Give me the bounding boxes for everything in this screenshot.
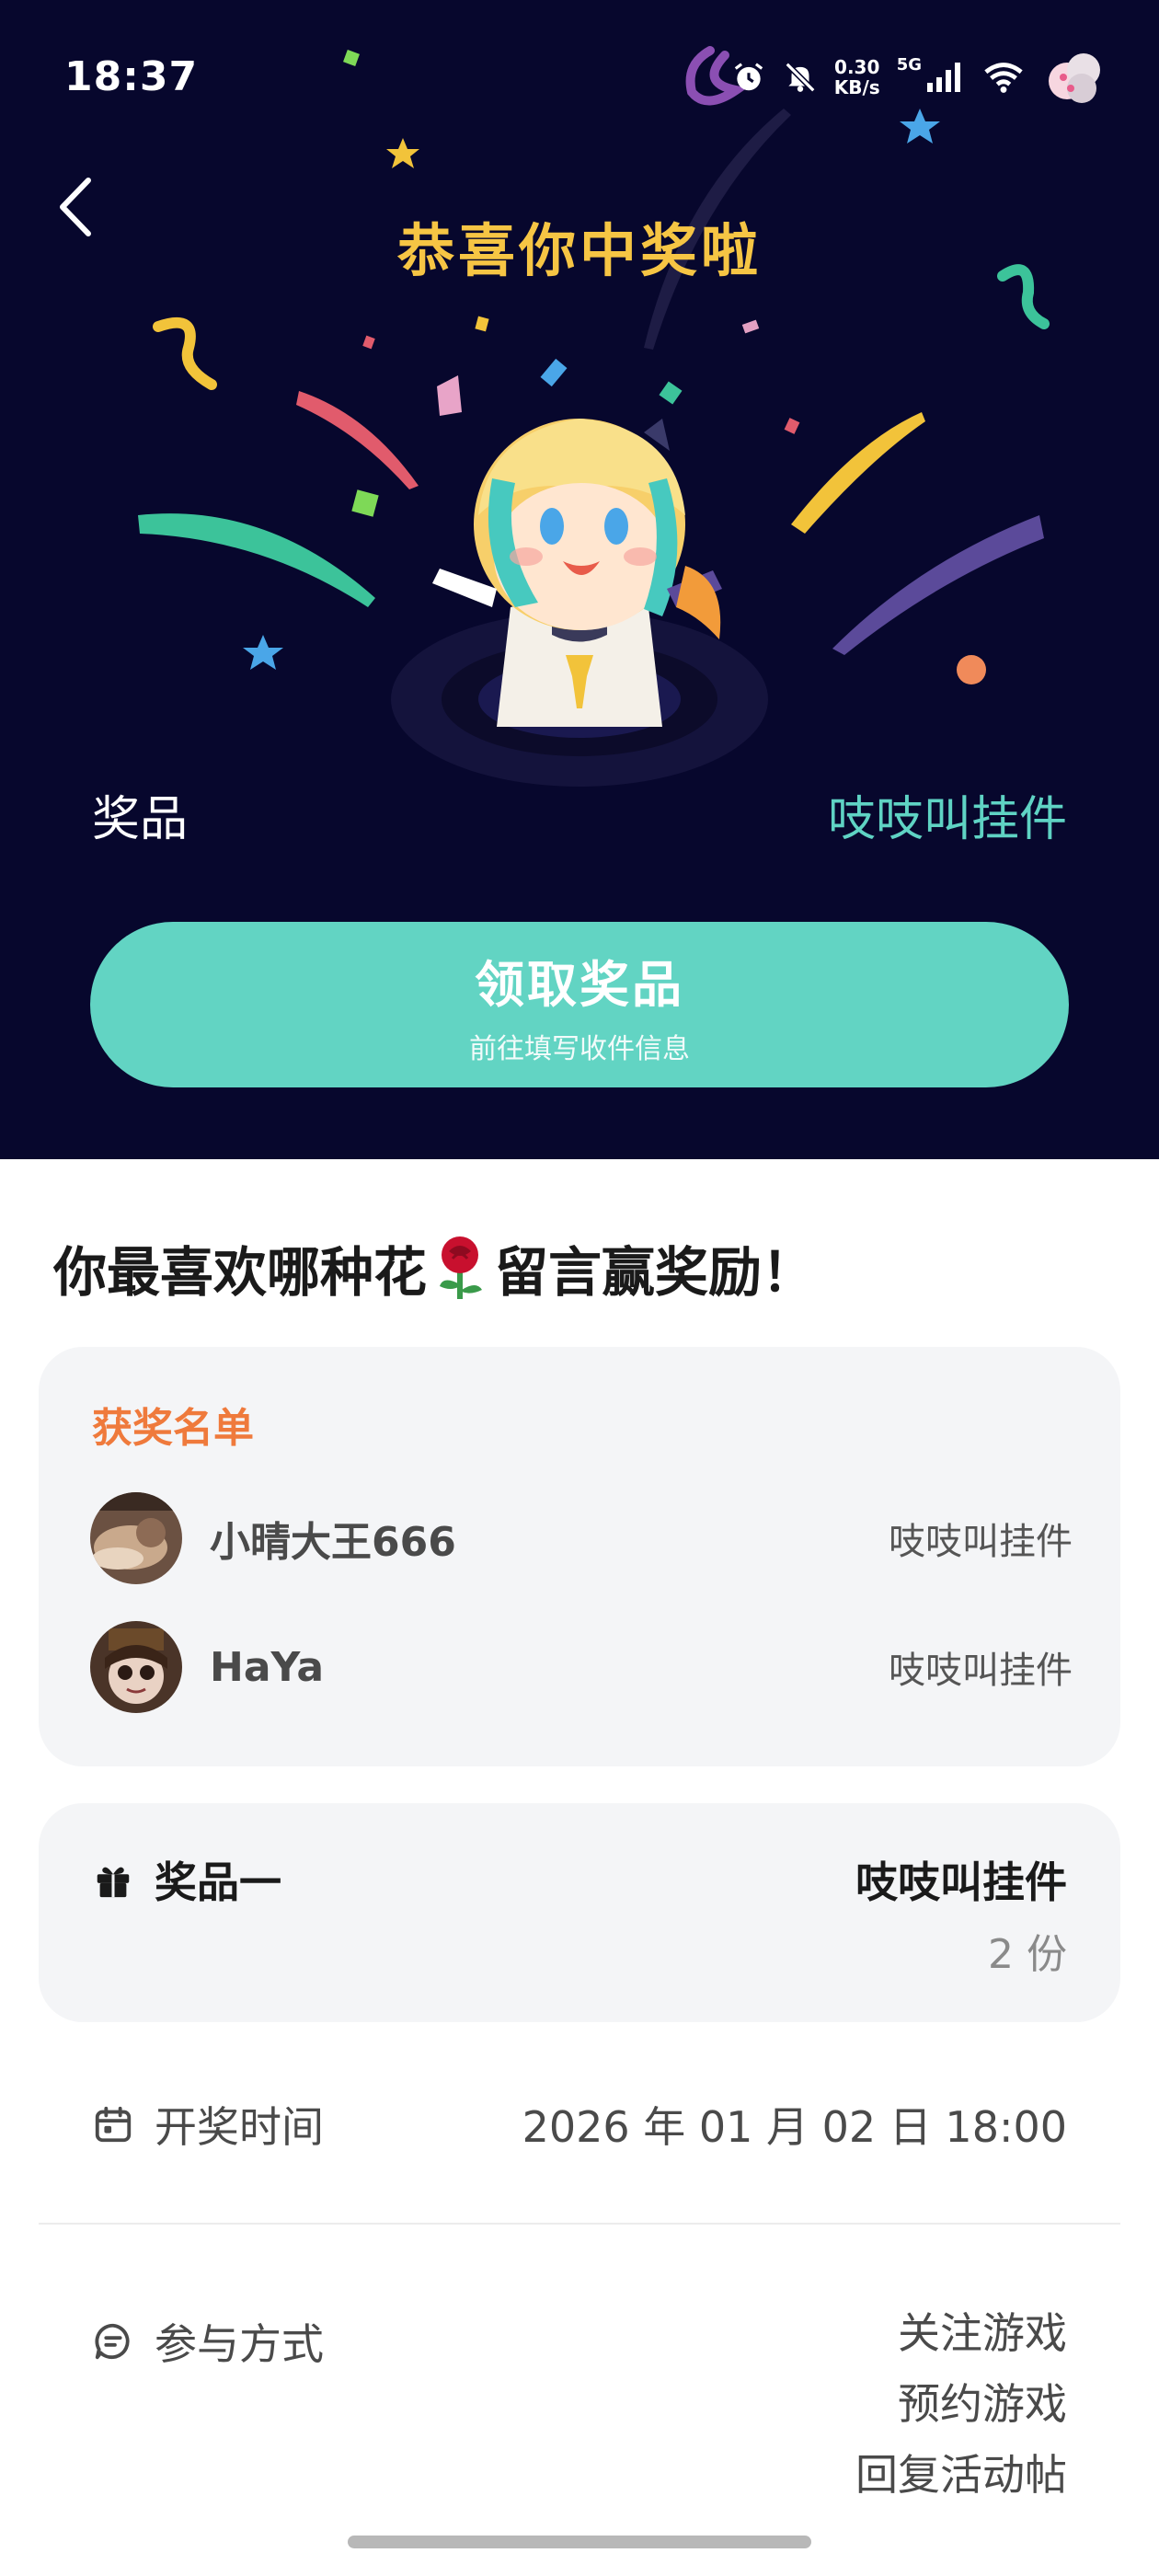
winner-prize: 吱吱叫挂件 [889,1650,1073,1692]
net-speed-value: 0.30 [834,56,880,78]
divider [39,2223,1120,2225]
prize-name: 吱吱叫挂件 [855,1857,1067,1907]
network-type: 5G [896,54,922,75]
claim-prize-button[interactable]: 领取奖品 前往填写收件信息 [90,922,1069,1087]
net-speed-unit: KB/s [833,76,880,98]
wifi-icon [982,61,1025,94]
winner-prize: 吱吱叫挂件 [889,1521,1073,1563]
status-icons: 0.30 KB/s 5G [731,40,1107,114]
winner-row[interactable]: 小晴大王666 吱吱叫挂件 [90,1492,1073,1584]
winner-name: 小晴大王666 [210,1519,456,1566]
chat-bubble-icon [95,2323,130,2360]
signal-icon [925,61,966,94]
avatar-icon [1041,44,1107,110]
winners-heading: 获奖名单 [92,1405,254,1452]
home-indicator[interactable] [348,2536,811,2548]
draw-time-value: 2026 年 01 月 02 日 18:00 [522,2102,1067,2152]
won-prize-label: 奖品 [92,792,189,847]
calendar-icon [95,2106,132,2143]
prize-hero: 18:37 0.30 KB/s 5G 恭喜你中奖啦 奖品 吱吱叫挂件 领取奖品 … [0,0,1159,1159]
winners-card: 获奖名单 小晴大王666 吱吱叫挂件 HaYa 吱吱叫挂件 [39,1347,1120,1766]
claim-prize-label: 领取奖品 [475,955,684,1014]
method-reserve-game: 预约游戏 [898,2379,1067,2429]
participation-row: 参与方式 关注游戏 预约游戏 回复活动帖 [92,2298,1067,2511]
activity-title: 你最喜欢哪种花 留言赢奖励！ [53,1229,815,1306]
status-time: 18:37 [64,53,199,100]
winner-name: HaYa [210,1643,325,1691]
won-prize-value: 吱吱叫挂件 [827,792,1067,847]
method-follow-game: 关注游戏 [898,2308,1067,2358]
participation-label: 参与方式 [155,2319,324,2369]
winner-row[interactable]: HaYa 吱吱叫挂件 [90,1621,1073,1713]
rose-icon [440,1236,483,1299]
mute-icon [783,60,818,95]
prize-info-card: 奖品一 吱吱叫挂件 2 份 [39,1803,1120,2022]
prize-tier-label: 奖品一 [155,1857,281,1907]
draw-time-row: 开奖时间 2026 年 01 月 02 日 18:00 [92,2094,1067,2155]
winner-avatar [90,1492,182,1584]
winner-avatar [90,1621,182,1713]
prize-quantity: 2 份 [988,1931,1067,1978]
won-prize-row: 奖品 吱吱叫挂件 [92,780,1067,849]
method-reply-post: 回复活动帖 [855,2450,1067,2500]
activity-title-text: 你最喜欢哪种花 [53,1241,428,1304]
claim-prize-sublabel: 前往填写收件信息 [469,1032,690,1065]
gift-icon [97,1867,130,1898]
status-bar: 18:37 0.30 KB/s 5G [0,0,1159,156]
alarm-icon [731,60,766,95]
activity-title-text-end: 留言赢奖励！ [495,1241,816,1304]
prize-tier: 奖品一 [92,1849,281,1910]
net-speed: 0.30 KB/s [834,57,880,98]
draw-time-label: 开奖时间 [155,2102,324,2152]
congrats-title: 恭喜你中奖啦 [396,217,762,284]
participation-methods: 关注游戏 预约游戏 回复活动帖 [855,2298,1067,2511]
